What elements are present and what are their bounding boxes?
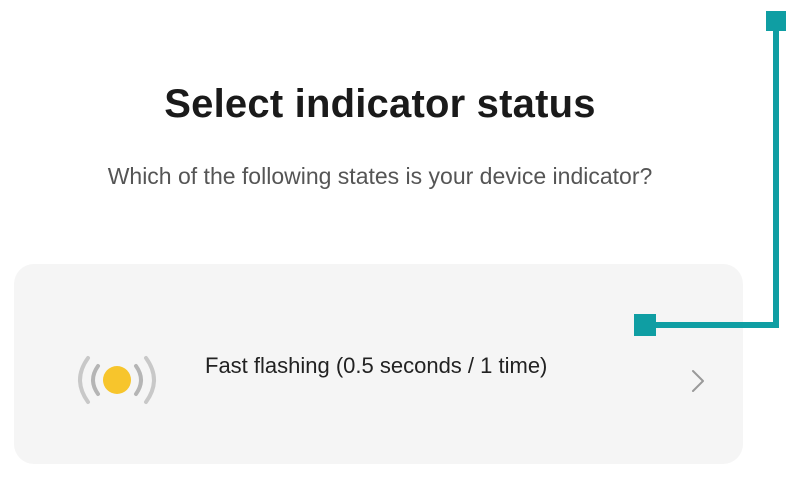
indicator-status-screen: Select indicator status Which of the fol… (0, 0, 786, 486)
option-label: Fast flashing (0.5 seconds / 1 time) (205, 353, 548, 378)
flashing-light-icon (78, 356, 156, 404)
callout-end-marker (766, 11, 786, 31)
page-subtitle: Which of the following states is your de… (107, 163, 653, 189)
chevron-right-icon[interactable] (688, 368, 708, 394)
page-title: Select indicator status (164, 82, 596, 126)
callout-vertical-line (773, 28, 779, 328)
